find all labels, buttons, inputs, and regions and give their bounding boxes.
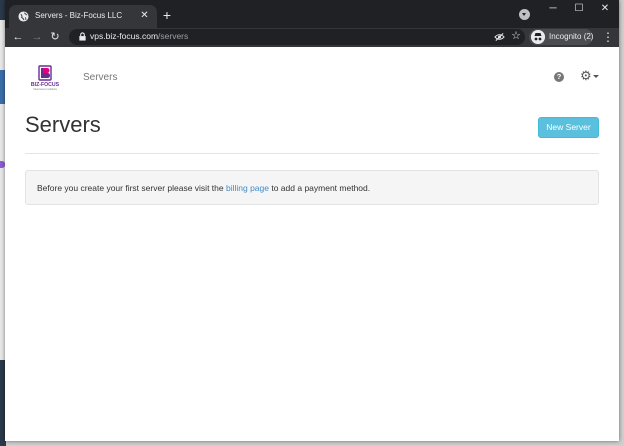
tab-title: Servers - Biz-Focus LLC (35, 11, 123, 20)
notice-text-before: Before you create your first server plea… (37, 183, 226, 193)
maximize-button[interactable]: ☐ (565, 0, 593, 20)
header-divider (25, 153, 599, 154)
new-server-button[interactable]: New Server (538, 117, 599, 138)
address-bar[interactable]: vps.biz-focus.com/servers ☆ (69, 29, 525, 45)
reload-button[interactable]: ↻ (48, 30, 62, 44)
caret-down-icon (593, 75, 599, 78)
globe-icon (18, 11, 29, 22)
close-window-button[interactable]: ✕ (591, 0, 619, 20)
tab-close-icon[interactable]: ✕ (138, 9, 151, 22)
site-navbar: BIZ-FOCUS Cloud server solutions Servers… (5, 47, 619, 109)
notice-text-after: to add a payment method. (269, 183, 371, 193)
biz-focus-logo[interactable]: BIZ-FOCUS Cloud server solutions (27, 65, 63, 91)
browser-toolbar: ← → ↻ vps.biz-focus.com/servers ☆ Incogn… (5, 28, 619, 47)
logo-subtext: Cloud server solutions (33, 88, 57, 91)
help-icon[interactable]: ? (554, 72, 564, 82)
lock-icon (79, 32, 86, 41)
tracking-blocked-eye-icon[interactable] (494, 32, 505, 42)
tab-search-icon[interactable] (519, 9, 530, 20)
url-host: vps.biz-focus.com (90, 31, 159, 41)
notice-text: Before you create your first server plea… (37, 183, 370, 193)
browser-window: Servers - Biz-Focus LLC ✕ + ─ ☐ ✕ ← → ↻ … (5, 0, 619, 441)
incognito-badge[interactable]: Incognito (2) (529, 29, 593, 45)
forward-button[interactable]: → (30, 30, 44, 44)
billing-notice: Before you create your first server plea… (25, 170, 599, 205)
tab-strip: Servers - Biz-Focus LLC ✕ + ─ ☐ ✕ (5, 0, 619, 28)
url-path: /servers (158, 31, 189, 41)
new-tab-button[interactable]: + (159, 7, 175, 23)
url-text: vps.biz-focus.com/servers (90, 31, 188, 41)
gear-icon: ⚙ (580, 68, 592, 83)
tab-servers[interactable]: Servers - Biz-Focus LLC ✕ (9, 5, 157, 28)
page-title: Servers (25, 112, 101, 137)
billing-page-link[interactable]: billing page (226, 183, 269, 193)
incognito-icon (531, 30, 545, 44)
bookmark-star-icon[interactable]: ☆ (511, 29, 521, 44)
settings-dropdown[interactable]: ⚙ (580, 69, 602, 83)
incognito-label: Incognito (2) (549, 32, 594, 41)
nav-link-servers[interactable]: Servers (83, 72, 117, 83)
minimize-button[interactable]: ─ (539, 0, 567, 20)
back-button[interactable]: ← (11, 30, 25, 44)
browser-menu-icon[interactable]: ⋮ (602, 30, 614, 44)
page-content: BIZ-FOCUS Cloud server solutions Servers… (5, 47, 619, 441)
